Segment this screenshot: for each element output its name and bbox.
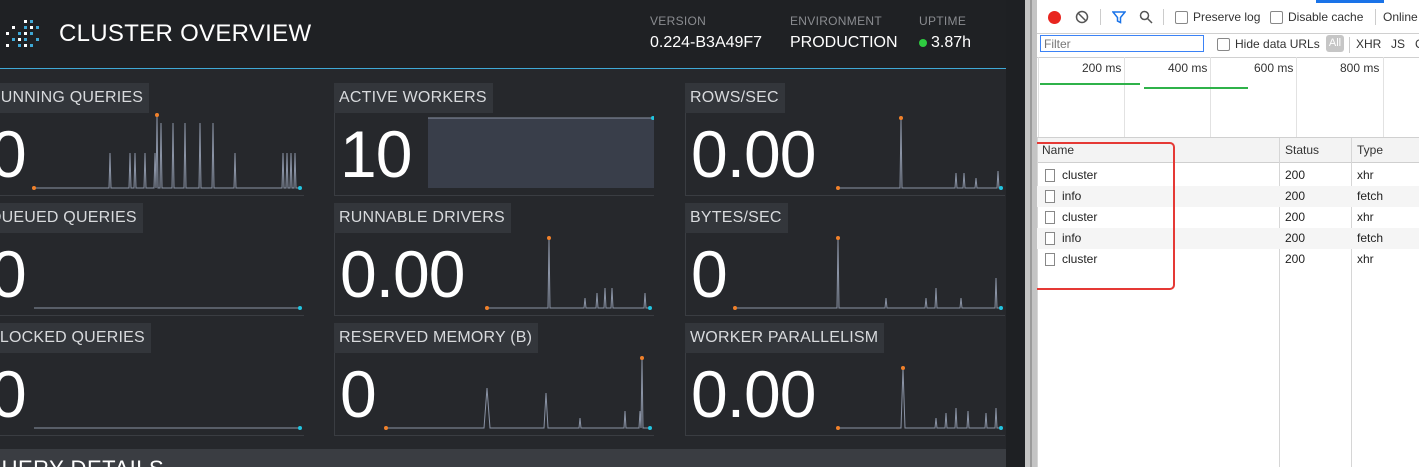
version-info: VERSION 0.224-B3A49F7 bbox=[650, 14, 762, 52]
record-icon[interactable] bbox=[1048, 11, 1061, 24]
sparkline bbox=[34, 306, 302, 310]
highlight-annotation-box bbox=[1037, 142, 1175, 290]
request-status: 200 bbox=[1285, 252, 1306, 266]
panel-resize-handle[interactable] bbox=[1025, 0, 1037, 467]
request-bar bbox=[1144, 87, 1248, 89]
request-type: fetch bbox=[1357, 231, 1384, 245]
preserve-log-checkbox[interactable] bbox=[1175, 11, 1188, 24]
request-status: 200 bbox=[1285, 168, 1306, 182]
request-status: 200 bbox=[1285, 210, 1306, 224]
hide-data-urls-checkbox[interactable] bbox=[1217, 38, 1230, 51]
status-dot-icon bbox=[919, 39, 927, 47]
type-filter-js[interactable]: JS bbox=[1391, 37, 1405, 51]
request-type: xhr bbox=[1357, 252, 1374, 266]
clear-icon[interactable] bbox=[1075, 10, 1089, 24]
network-toolbar: Preserve log Disable cache Online bbox=[1037, 0, 1419, 34]
sparkline bbox=[384, 356, 652, 430]
request-status: 200 bbox=[1285, 189, 1306, 203]
column-header-status[interactable]: Status bbox=[1280, 138, 1352, 163]
preserve-log-label: Preserve log bbox=[1193, 10, 1261, 24]
filter-bar: Hide data URLs All XHR JS C bbox=[1037, 33, 1419, 58]
timeline-tick: 400 ms bbox=[1168, 61, 1208, 75]
section-title: QUERY DETAILS bbox=[0, 456, 164, 467]
environment-info: ENVIRONMENT PRODUCTION bbox=[790, 14, 898, 52]
request-type: fetch bbox=[1357, 189, 1384, 203]
filter-input[interactable] bbox=[1040, 35, 1204, 52]
devtools-network-panel: Preserve log Disable cache Online Hide d… bbox=[1037, 0, 1419, 467]
environment-label: ENVIRONMENT bbox=[790, 14, 882, 28]
tile-blocked-queries: BLOCKED QUERIES 0 bbox=[0, 323, 304, 436]
page-scrollbar[interactable] bbox=[1006, 0, 1025, 467]
uptime-label: UPTIME bbox=[919, 14, 967, 28]
uptime-info: UPTIME 3.87h bbox=[919, 14, 971, 52]
disable-cache-checkbox[interactable] bbox=[1270, 11, 1283, 24]
tile-running-queries: RUNNING QUERIES 0 bbox=[0, 83, 304, 196]
section-header: QUERY DETAILS bbox=[0, 449, 1006, 467]
throttling-select[interactable]: Online bbox=[1383, 10, 1418, 24]
type-filter-css[interactable]: C bbox=[1415, 37, 1419, 51]
dashboard-header: CLUSTER OVERVIEW VERSION 0.224-B3A49F7 E… bbox=[0, 0, 1025, 68]
request-type: xhr bbox=[1357, 210, 1374, 224]
sparkline bbox=[836, 366, 1003, 430]
request-status: 200 bbox=[1285, 231, 1306, 245]
tile-queued-queries: QUEUED QUERIES 0 bbox=[0, 203, 304, 316]
tile-worker-parallelism: WORKER PARALLELISM 0.00 bbox=[685, 323, 1005, 436]
type-filter-xhr[interactable]: XHR bbox=[1356, 37, 1381, 51]
cluster-dashboard: CLUSTER OVERVIEW VERSION 0.224-B3A49F7 E… bbox=[0, 0, 1025, 467]
sparkline bbox=[34, 426, 302, 430]
disable-cache-label: Disable cache bbox=[1288, 10, 1364, 24]
environment-value: PRODUCTION bbox=[790, 34, 898, 51]
request-type: xhr bbox=[1357, 168, 1374, 182]
timeline-tick: 200 ms bbox=[1082, 61, 1122, 75]
filter-icon[interactable] bbox=[1112, 10, 1126, 24]
sparkline bbox=[733, 236, 1003, 310]
requests-table: Name Status Type cluster 200 xhr info 20… bbox=[1037, 138, 1419, 467]
header-divider bbox=[0, 68, 1006, 69]
hide-data-urls-label: Hide data URLs bbox=[1235, 37, 1320, 51]
sparkline bbox=[32, 113, 302, 190]
page-title: CLUSTER OVERVIEW bbox=[59, 20, 312, 47]
search-icon[interactable] bbox=[1139, 10, 1153, 24]
tile-active-workers: ACTIVE WORKERS 10 bbox=[334, 83, 654, 196]
sparkline bbox=[428, 116, 654, 188]
timeline-tick: 800 ms bbox=[1340, 61, 1380, 75]
network-overview-timeline[interactable]: 200 ms 400 ms 600 ms 800 ms bbox=[1037, 57, 1419, 138]
tile-runnable-drivers: RUNNABLE DRIVERS 0.00 bbox=[334, 203, 654, 316]
request-bar bbox=[1040, 83, 1140, 85]
sparkline bbox=[485, 236, 652, 310]
logo-icon bbox=[6, 20, 39, 47]
type-filter-all[interactable]: All bbox=[1326, 35, 1344, 52]
tile-reserved-memory: RESERVED MEMORY (B) 0 bbox=[334, 323, 654, 436]
uptime-value: 3.87h bbox=[931, 34, 972, 51]
timeline-tick: 600 ms bbox=[1254, 61, 1294, 75]
version-value: 0.224-B3A49F7 bbox=[650, 34, 763, 51]
tile-bytes-per-sec: BYTES/SEC 0 bbox=[685, 203, 1005, 316]
tile-rows-per-sec: ROWS/SEC 0.00 bbox=[685, 83, 1005, 196]
sparkline bbox=[836, 116, 1003, 190]
column-header-type[interactable]: Type bbox=[1352, 138, 1419, 163]
version-label: VERSION bbox=[650, 14, 707, 28]
